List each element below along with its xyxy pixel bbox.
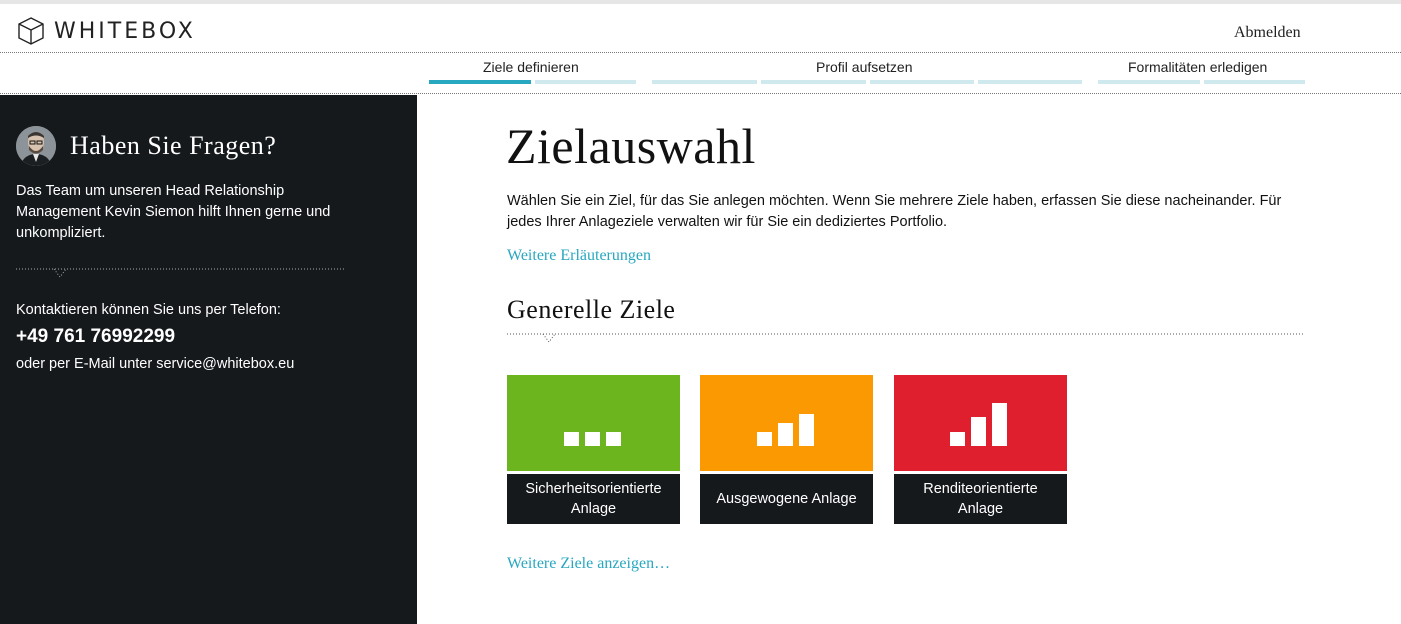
tile-color-block xyxy=(894,375,1067,471)
step-label-formalities: Formalitäten erledigen xyxy=(1128,59,1268,75)
tile-label: Sicherheitsorientierte Anlage xyxy=(507,474,680,524)
more-info-link[interactable]: Weitere Erläuterungen xyxy=(507,247,651,265)
goal-tile-balanced[interactable]: Ausgewogene Anlage xyxy=(700,375,873,524)
section-divider xyxy=(507,333,1305,343)
step-bar-profile-4 xyxy=(978,80,1082,84)
more-goals-link[interactable]: Weitere Ziele anzeigen… xyxy=(507,555,670,573)
logout-link[interactable]: Abmelden xyxy=(1234,24,1301,42)
step-bar-goals-2 xyxy=(535,80,636,84)
page-title: Zielauswahl xyxy=(506,118,756,174)
steps-divider xyxy=(0,93,1401,94)
email-line[interactable]: oder per E-Mail unter service@whitebox.e… xyxy=(16,356,294,372)
step-bar-formalities-1 xyxy=(1098,80,1200,84)
goal-tile-return[interactable]: Renditeorientierte Anlage xyxy=(894,375,1067,524)
rising-bars-icon xyxy=(950,403,1007,446)
goal-tile-security[interactable]: Sicherheitsorientierte Anlage xyxy=(507,375,680,524)
logo-text: WHITEBOX xyxy=(54,18,196,44)
tile-color-block xyxy=(700,375,873,471)
sidebar-divider xyxy=(16,268,346,278)
section-title: Generelle Ziele xyxy=(507,295,676,324)
help-description: Das Team um unseren Head Relationship Ma… xyxy=(16,183,331,241)
cube-logo-icon xyxy=(18,17,44,45)
tile-label: Renditeorientierte Anlage xyxy=(894,474,1067,524)
logo[interactable]: WHITEBOX xyxy=(16,16,196,46)
step-bar-goals-1 xyxy=(429,80,531,84)
medium-bars-icon xyxy=(757,414,814,446)
progress-steps: Ziele definieren Profil aufsetzen Formal… xyxy=(0,53,1401,94)
avatar xyxy=(16,126,56,166)
help-title: Haben Sie Fragen? xyxy=(70,131,277,160)
contact-label: Kontaktieren können Sie uns per Telefon: xyxy=(16,302,281,318)
top-header: WHITEBOX Abmelden xyxy=(0,0,1401,53)
step-bar-formalities-2 xyxy=(1204,80,1305,84)
step-bar-profile-2 xyxy=(761,80,866,84)
tile-label: Ausgewogene Anlage xyxy=(700,474,873,524)
step-bar-profile-3 xyxy=(870,80,974,84)
help-sidebar: Haben Sie Fragen? Das Team um unseren He… xyxy=(0,95,417,624)
flat-bars-icon xyxy=(564,432,621,446)
phone-number[interactable]: +49 761 76992299 xyxy=(16,326,175,348)
step-label-goals: Ziele definieren xyxy=(483,59,579,75)
intro-text: Wählen Sie ein Ziel, für das Sie anlegen… xyxy=(507,193,1282,230)
person-portrait-icon xyxy=(16,126,56,166)
tile-color-block xyxy=(507,375,680,471)
step-bar-profile-1 xyxy=(652,80,757,84)
step-label-profile: Profil aufsetzen xyxy=(816,59,913,75)
